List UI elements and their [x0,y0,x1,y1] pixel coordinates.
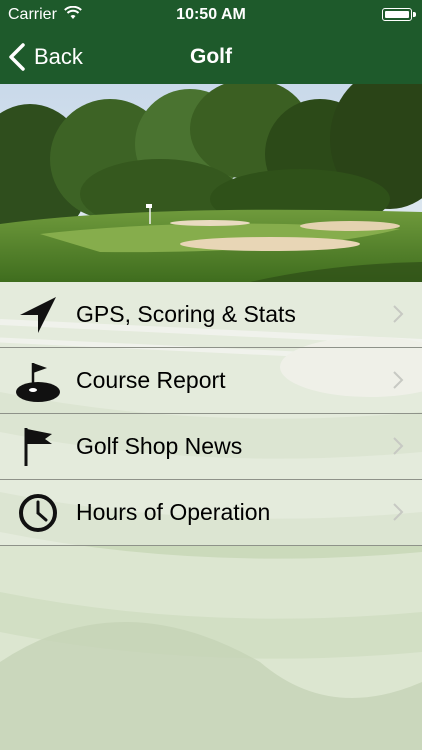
chevron-right-icon [393,503,404,521]
menu-item-label: Course Report [76,367,226,393]
menu-item-course-report[interactable]: Course Report [0,347,422,413]
golf-menu-list: GPS, Scoring & Stats Course Report Golf … [0,282,422,546]
menu-item-hours-of-operation[interactable]: Hours of Operation [0,479,422,545]
golf-hole-flag-icon [16,362,60,402]
menu-item-label: Hours of Operation [76,499,271,525]
menu-item-gps-scoring-stats[interactable]: GPS, Scoring & Stats [0,282,422,347]
golf-course-photo [0,84,422,282]
flag-icon [24,427,52,466]
chevron-right-icon [393,305,404,323]
menu-item-golf-shop-news[interactable]: Golf Shop News [0,413,422,479]
chevron-right-icon [393,437,404,455]
battery-icon [382,8,416,21]
clock-icon [19,493,57,532]
location-arrow-icon [20,296,56,333]
status-bar: Carrier 10:50 AM [0,0,422,30]
status-time: 10:50 AM [176,6,246,23]
page-title: Golf [190,45,232,68]
navigation-bar: Back Golf [0,30,422,84]
menu-item-label: GPS, Scoring & Stats [76,301,296,327]
menu-item-label: Golf Shop News [76,433,243,459]
chevron-right-icon [393,371,404,389]
